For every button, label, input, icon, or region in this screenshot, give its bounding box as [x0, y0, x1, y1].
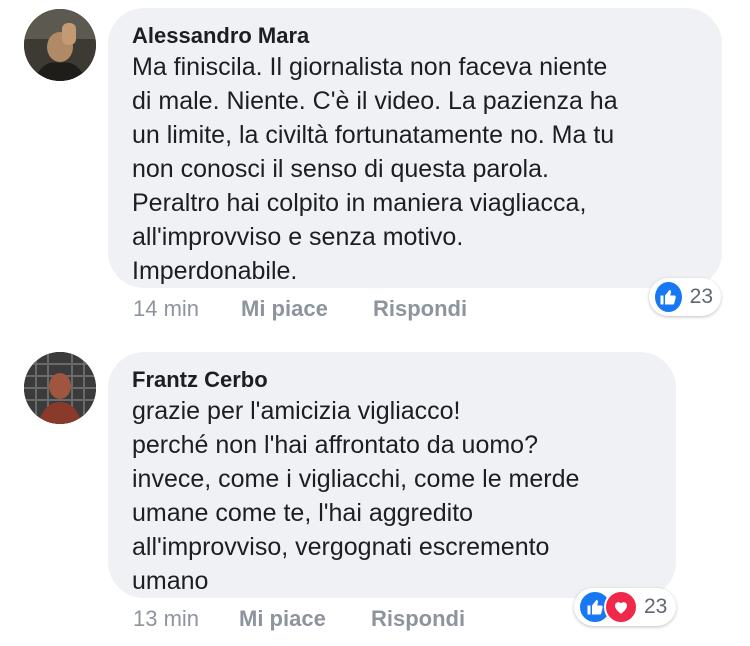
reply-button[interactable]: Rispondi: [371, 604, 465, 634]
avatar-image: [24, 9, 96, 81]
love-icon: [604, 590, 638, 624]
comment-timestamp: 13 min: [133, 606, 200, 631]
reactions-summary[interactable]: 23: [649, 278, 721, 316]
avatar[interactable]: [24, 9, 96, 81]
reaction-count: 23: [644, 595, 668, 618]
comment-author[interactable]: Frantz Cerbo: [132, 366, 652, 394]
like-button[interactable]: Mi piace: [239, 604, 326, 634]
comment-bubble: Alessandro Mara Ma finiscila. Il giornal…: [108, 8, 722, 288]
comment-actions: 13 min Mi piace Rispondi: [133, 604, 533, 634]
like-icon: [653, 280, 684, 314]
comment-actions: 14 min Mi piace Rispondi: [133, 294, 533, 324]
comment-author[interactable]: Alessandro Mara: [132, 22, 698, 50]
avatar-image: [24, 352, 96, 424]
reactions-summary[interactable]: 23: [574, 588, 676, 626]
avatar[interactable]: [24, 352, 96, 424]
comment-bubble: Frantz Cerbo grazie per l'amicizia vigli…: [108, 352, 676, 598]
reaction-count: 23: [689, 285, 713, 308]
comment-text: grazie per l'amicizia vigliacco! perché …: [132, 397, 580, 595]
like-button[interactable]: Mi piace: [241, 294, 328, 324]
comment-text: Ma finiscila. Il giornalista non faceva …: [132, 53, 618, 285]
reply-button[interactable]: Rispondi: [373, 294, 467, 324]
comment-timestamp: 14 min: [133, 296, 200, 321]
